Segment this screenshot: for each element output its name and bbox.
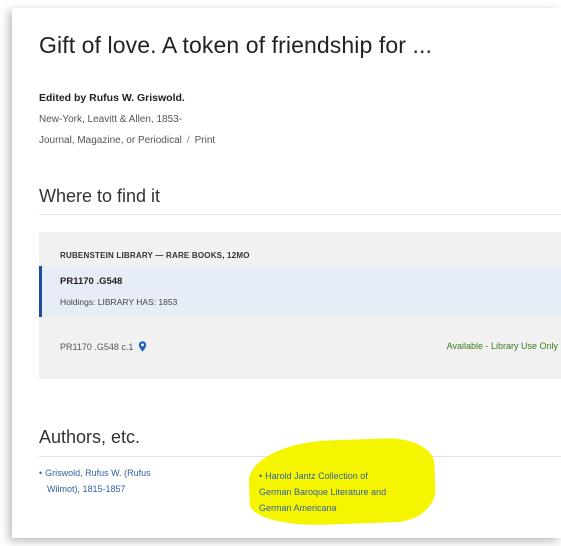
availability-status: Available - Library Use Only bbox=[446, 341, 558, 351]
holdings-panel: RUBENSTEIN LIBRARY — RARE BOOKS, 12MO PR… bbox=[39, 232, 561, 379]
item-row: PR1170 .G548 c.1 bbox=[60, 341, 147, 352]
catalog-record-panel: Gift of love. A token of friendship for … bbox=[12, 8, 561, 538]
section-divider bbox=[39, 214, 561, 215]
bullet: • bbox=[39, 468, 43, 478]
author-name-line: Harold Jantz Collection of bbox=[265, 471, 368, 481]
format-separator: / bbox=[186, 135, 190, 146]
author-link-jantz-collection[interactable]: • Harold Jantz Collection of German Baroq… bbox=[259, 468, 386, 516]
map-pin-icon[interactable] bbox=[138, 341, 147, 352]
authors-heading: Authors, etc. bbox=[39, 427, 141, 447]
author-name-line: German Baroque Literature and bbox=[259, 487, 387, 497]
format-type: Journal, Magazine, or Periodical bbox=[39, 135, 182, 146]
holdings-summary: Holdings: LIBRARY HAS: 1853 bbox=[60, 297, 178, 307]
record-format: Journal, Magazine, or Periodical / Print bbox=[39, 135, 215, 146]
library-location: RUBENSTEIN LIBRARY — RARE BOOKS, 12MO bbox=[60, 251, 250, 260]
holdings-call-number: PR1170 .G548 bbox=[60, 276, 123, 287]
record-editor: Edited by Rufus W. Griswold. bbox=[39, 92, 185, 104]
author-name-line: German Americana bbox=[259, 503, 337, 513]
record-publication: New-York, Leavitt & Allen, 1853- bbox=[39, 114, 183, 125]
item-call-number: PR1170 .G548 c.1 bbox=[60, 342, 134, 352]
holdings-call-number-row[interactable]: PR1170 .G548 Holdings: LIBRARY HAS: 1853 bbox=[39, 266, 561, 317]
where-to-find-heading: Where to find it bbox=[39, 186, 161, 206]
author-link-griswold[interactable]: • Griswold, Rufus W. (Rufus Wilmot), 1815… bbox=[39, 465, 151, 497]
format-medium: Print bbox=[194, 135, 216, 146]
author-name-line: Wilmot), 1815-1857 bbox=[47, 484, 126, 494]
bullet: • bbox=[259, 471, 263, 481]
author-name-line: Griswold, Rufus W. (Rufus bbox=[45, 468, 151, 478]
record-title: Gift of love. A token of friendship for … bbox=[39, 32, 432, 58]
